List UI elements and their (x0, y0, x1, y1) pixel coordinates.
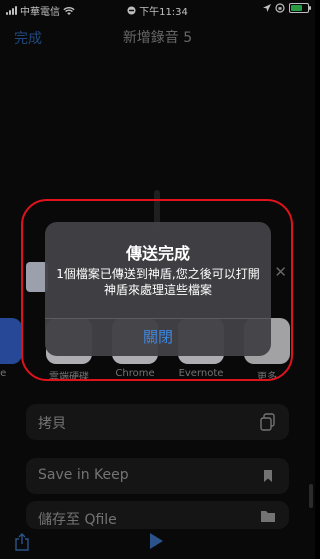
screen: 中華電信 下午11:34 完成 新增錄音 5 ✕ e 雲端硬碟 Chrome E… (0, 0, 315, 559)
highlight-outline (21, 199, 293, 381)
